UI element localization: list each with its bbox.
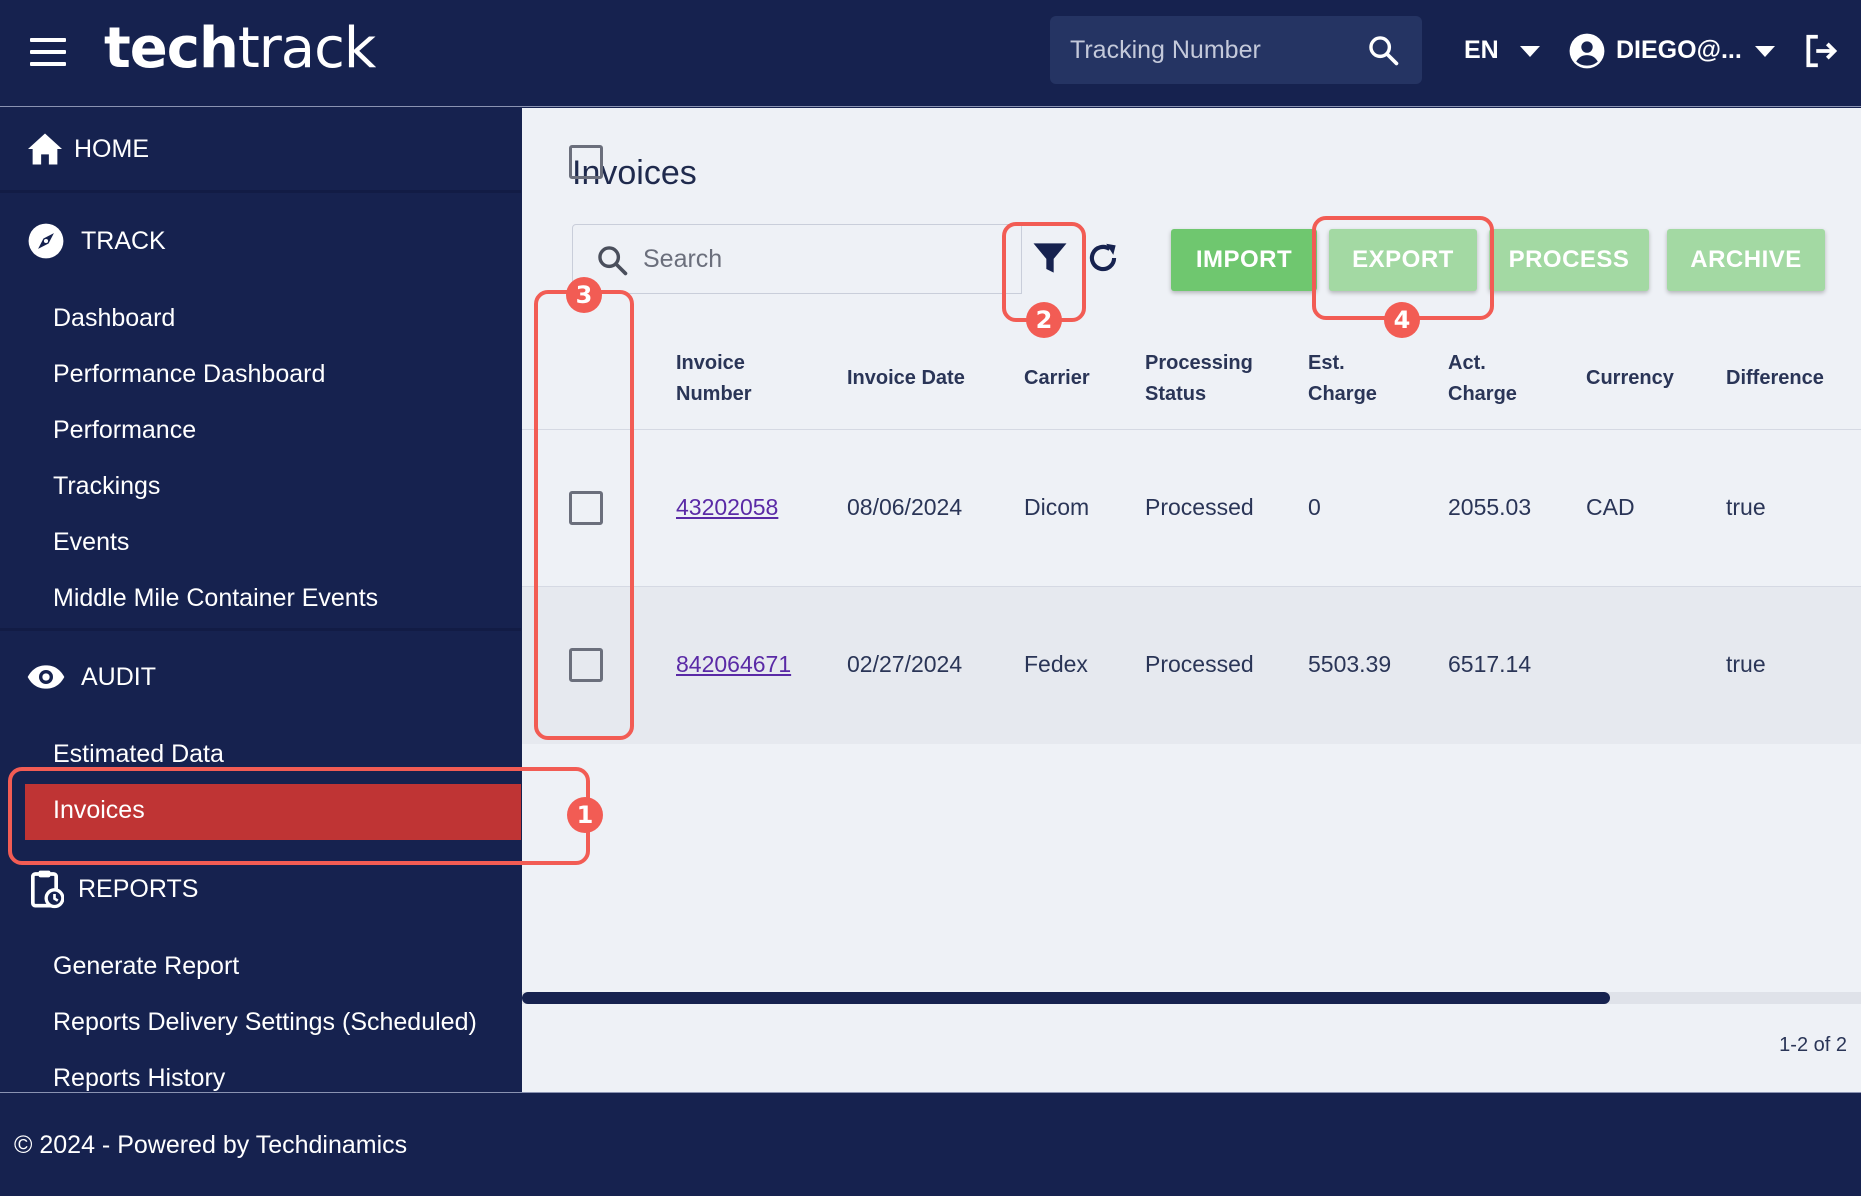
search-icon[interactable] — [1366, 33, 1400, 67]
logo[interactable]: techtrack — [104, 16, 377, 81]
invoice-link[interactable]: 842064671 — [676, 651, 791, 677]
column-invoice-date[interactable]: Invoice Date — [847, 363, 965, 394]
sidebar-item-estimated-data[interactable]: Estimated Data — [53, 740, 224, 769]
top-bar: techtrack EN DIEGO@... — [0, 0, 1861, 107]
column-label: Processing — [1145, 352, 1253, 374]
column-label: Number — [676, 383, 752, 405]
logout-icon[interactable] — [1802, 32, 1840, 70]
sidebar-item-reports-history[interactable]: Reports History — [53, 1064, 225, 1092]
row-checkbox[interactable] — [569, 491, 603, 525]
search-input[interactable] — [643, 225, 1003, 293]
footer: © 2024 - Powered by Techdinamics — [0, 1092, 1861, 1196]
act-charge-cell: 6517.14 — [1448, 651, 1532, 677]
user-chevron-down-icon[interactable] — [1755, 46, 1775, 57]
sidebar-track-label: TRACK — [81, 226, 166, 255]
language-chevron-down-icon[interactable] — [1520, 46, 1540, 57]
table-row[interactable]: 43202058 08/06/2024 Dicom Processed 0 20… — [522, 430, 1861, 587]
carrier-cell: Fedex — [1024, 651, 1088, 677]
sidebar-item-middle-mile-container-events[interactable]: Middle Mile Container Events — [53, 584, 378, 613]
sidebar-home[interactable]: HOME — [0, 124, 521, 174]
table-header: Invoice Number Invoice Date Carrier Proce… — [522, 145, 1861, 430]
act-charge-cell: 2055.03 — [1448, 494, 1532, 520]
search-icon — [598, 246, 628, 276]
sidebar-track[interactable]: TRACK — [0, 216, 521, 266]
invoice-date-cell: 08/06/2024 — [847, 494, 963, 520]
filter-icon[interactable] — [1028, 236, 1072, 280]
column-label: Act. — [1448, 352, 1486, 374]
row-checkbox[interactable] — [569, 648, 603, 682]
invoice-number-cell: 43202058 — [676, 494, 778, 521]
divider — [0, 190, 521, 193]
logo-light-text: track — [237, 16, 377, 81]
sidebar-reports[interactable]: REPORTS — [0, 864, 521, 914]
refresh-icon[interactable] — [1084, 238, 1122, 278]
user-name[interactable]: DIEGO@... — [1616, 36, 1742, 65]
column-est-charge[interactable]: Est. Charge — [1308, 348, 1377, 410]
import-button[interactable]: IMPORT — [1171, 229, 1317, 291]
select-all-checkbox[interactable] — [569, 145, 603, 179]
sidebar-item-dashboard[interactable]: Dashboard — [53, 304, 175, 333]
tracking-number-input[interactable] — [1070, 16, 1350, 84]
column-carrier[interactable]: Carrier — [1024, 363, 1090, 394]
currency-cell: CAD — [1586, 494, 1635, 520]
sidebar-home-label: HOME — [74, 134, 149, 163]
logo-bold-text: tech — [104, 16, 239, 81]
sidebar-audit[interactable]: AUDIT — [0, 652, 521, 702]
column-label: Charge — [1448, 383, 1517, 405]
export-button[interactable]: EXPORT — [1329, 229, 1477, 291]
difference-cell: true — [1726, 494, 1766, 520]
annotation-badge-2: 2 — [1026, 302, 1062, 338]
home-icon — [28, 133, 62, 165]
invoice-number-cell: 842064671 — [676, 651, 791, 678]
sidebar-item-trackings[interactable]: Trackings — [53, 472, 160, 501]
column-processing-status[interactable]: Processing Status — [1145, 348, 1253, 410]
annotation-badge-3: 3 — [566, 277, 602, 313]
sidebar-reports-label: REPORTS — [78, 874, 199, 903]
status-cell: Processed — [1145, 494, 1254, 520]
column-label: Invoice — [676, 352, 745, 374]
column-label: Est. — [1308, 352, 1345, 374]
column-label: Status — [1145, 383, 1207, 405]
account-icon[interactable] — [1568, 32, 1606, 70]
sidebar: HOME TRACK Dashboard Performance Dashboa… — [0, 108, 521, 1092]
column-difference[interactable]: Difference — [1726, 363, 1824, 394]
status-cell: Processed — [1145, 651, 1254, 677]
compass-icon — [28, 223, 64, 259]
eye-icon — [27, 665, 65, 689]
tracking-search — [1050, 16, 1422, 84]
sidebar-item-invoices[interactable]: Invoices — [25, 784, 521, 840]
est-charge-cell: 5503.39 — [1308, 651, 1392, 677]
column-currency[interactable]: Currency — [1586, 363, 1674, 394]
sidebar-item-reports-delivery-settings[interactable]: Reports Delivery Settings (Scheduled) — [53, 1008, 477, 1037]
carrier-cell: Dicom — [1024, 494, 1090, 520]
horizontal-scrollbar-thumb[interactable] — [522, 992, 1610, 1004]
footer-text: © 2024 - Powered by Techdinamics — [14, 1131, 408, 1159]
process-button[interactable]: PROCESS — [1489, 229, 1649, 291]
main-content: Invoices IMPORT EXPORT PROCESS ARCHIVE I… — [522, 108, 1861, 1092]
column-label: Charge — [1308, 383, 1377, 405]
column-invoice-number[interactable]: Invoice Number — [676, 348, 752, 410]
invoice-link[interactable]: 43202058 — [676, 494, 778, 520]
sidebar-item-events[interactable]: Events — [53, 528, 129, 557]
est-charge-cell: 0 — [1308, 494, 1321, 520]
divider — [0, 628, 521, 631]
clipboard-clock-icon — [31, 870, 64, 909]
sidebar-item-generate-report[interactable]: Generate Report — [53, 952, 239, 981]
sidebar-item-performance[interactable]: Performance — [53, 416, 196, 445]
invoice-date-cell: 02/27/2024 — [847, 651, 963, 677]
column-act-charge[interactable]: Act. Charge — [1448, 348, 1517, 410]
sidebar-item-performance-dashboard[interactable]: Performance Dashboard — [53, 360, 325, 389]
difference-cell: true — [1726, 651, 1766, 677]
annotation-badge-1: 1 — [567, 797, 603, 833]
language-selector[interactable]: EN — [1464, 36, 1499, 65]
sidebar-audit-label: AUDIT — [81, 662, 156, 691]
menu-icon[interactable] — [30, 38, 66, 66]
archive-button[interactable]: ARCHIVE — [1667, 229, 1825, 291]
sidebar-item-invoices-label: Invoices — [53, 796, 145, 824]
invoice-search — [572, 224, 1022, 294]
annotation-badge-4: 4 — [1384, 302, 1420, 338]
table-row[interactable]: 842064671 02/27/2024 Fedex Processed 550… — [522, 587, 1861, 744]
pagination-info: 1-2 of 2 — [1779, 1034, 1847, 1056]
